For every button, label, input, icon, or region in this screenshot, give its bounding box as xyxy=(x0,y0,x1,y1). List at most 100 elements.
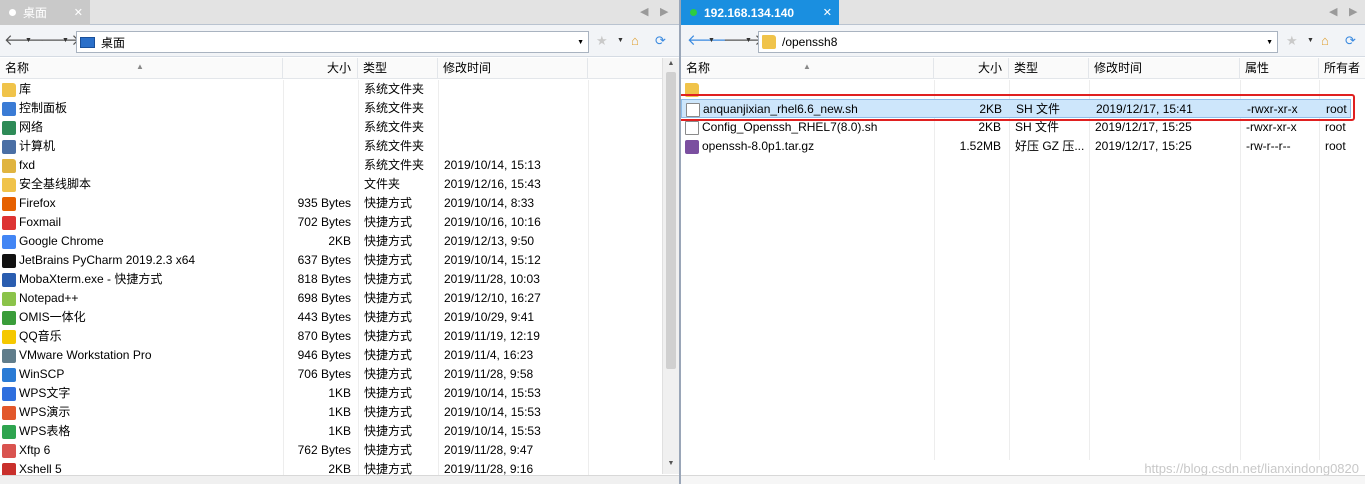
scroll-down-icon[interactable]: ▼ xyxy=(663,460,679,467)
cell-type: 快捷方式 xyxy=(364,272,413,286)
table-row[interactable]: WPS表格 1KB 快捷方式 2019/10/14, 15:53 xyxy=(0,422,662,441)
table-row[interactable]: MobaXterm.exe - 快捷方式 818 Bytes 快捷方式 2019/11… xyxy=(0,270,662,289)
home-folder-icon[interactable]: ⌂ xyxy=(631,34,639,48)
cell-name: fxd xyxy=(2,156,282,175)
table-row[interactable]: Firefox 935 Bytes 快捷方式 2019/10/14, 8:33 xyxy=(0,194,662,213)
table-row[interactable]: 控制面板 系统文件夹 xyxy=(0,99,662,118)
cell-name: WPS文字 xyxy=(2,384,282,403)
table-row[interactable]: WPS演示 1KB 快捷方式 2019/10/14, 15:53 xyxy=(0,403,662,422)
column-type[interactable]: 类型 xyxy=(358,58,438,79)
remote-path-field[interactable]: /openssh8 ▼ xyxy=(758,31,1278,53)
path-dropdown-icon[interactable]: ▼ xyxy=(1266,39,1273,46)
table-row[interactable]: Google Chrome 2KB 快捷方式 2019/12/13, 9:50 xyxy=(0,232,662,251)
xftp-icon xyxy=(2,443,16,458)
tab-scroll-left-icon[interactable]: ◀ xyxy=(1329,5,1337,18)
file-name: Firefox xyxy=(19,196,56,210)
column-type[interactable]: 类型 xyxy=(1009,58,1089,79)
tab-scroll-right-icon[interactable]: ▶ xyxy=(660,5,668,18)
favorite-dropdown-icon[interactable]: ▼ xyxy=(617,37,624,44)
local-vertical-scrollbar[interactable]: ▲ ▼ xyxy=(662,58,679,474)
cell-size xyxy=(283,80,351,99)
cell-name: WPS表格 xyxy=(2,422,282,441)
back-dropdown-icon[interactable]: ▼ xyxy=(708,37,715,44)
file-name: WPS表格 xyxy=(19,424,71,438)
remote-horizontal-scrollbar[interactable] xyxy=(681,475,1365,484)
table-row[interactable]: 库 系统文件夹 xyxy=(0,80,662,99)
close-icon[interactable]: ✕ xyxy=(823,6,832,19)
cell-type: 快捷方式 xyxy=(364,443,413,457)
cell-name: 库 xyxy=(2,80,282,99)
back-arrow-icon[interactable]: 🡐 xyxy=(687,32,727,49)
column-modified[interactable]: 修改时间 xyxy=(438,58,588,79)
cell-modified: 2019/10/14, 8:33 xyxy=(444,196,535,210)
forward-dropdown-icon[interactable]: ▼ xyxy=(745,37,752,44)
favorite-dropdown-icon[interactable]: ▼ xyxy=(1307,37,1314,44)
column-attributes[interactable]: 属性 xyxy=(1240,58,1319,79)
cell-modified xyxy=(444,80,588,99)
file-name: OMIS一体化 xyxy=(19,310,86,324)
desktop-icon xyxy=(80,36,95,48)
table-row[interactable]: WPS文字 1KB 快捷方式 2019/10/14, 15:53 xyxy=(0,384,662,403)
favorite-star-icon[interactable]: ★ xyxy=(1286,34,1298,48)
favorite-star-icon[interactable]: ★ xyxy=(596,34,608,48)
forward-arrow-icon[interactable]: 🡒 xyxy=(723,32,763,49)
tab-title: 桌面 xyxy=(23,6,48,20)
tab-title: 192.168.134.140 xyxy=(704,5,795,20)
table-row[interactable]: OMIS一体化 443 Bytes 快捷方式 2019/10/29, 9:41 xyxy=(0,308,662,327)
path-dropdown-icon[interactable]: ▼ xyxy=(577,39,584,46)
cell-type: 系统文件夹 xyxy=(364,139,425,153)
archive-icon xyxy=(685,139,699,154)
table-row[interactable]: 计算机 系统文件夹 xyxy=(0,137,662,156)
table-row[interactable]: 网络 系统文件夹 xyxy=(0,118,662,137)
tab-remote-session[interactable]: 192.168.134.140 ✕ xyxy=(681,0,839,25)
table-row[interactable]: WinSCP 706 Bytes 快捷方式 2019/11/28, 9:58 xyxy=(0,365,662,384)
remote-tab-bar: 192.168.134.140 ✕ ◀ ▶ xyxy=(681,0,1365,25)
local-path-field[interactable]: 桌面 ▼ xyxy=(76,31,589,53)
column-name[interactable]: 名称 ▲ xyxy=(681,58,934,79)
home-folder-icon[interactable]: ⌂ xyxy=(1321,34,1329,48)
column-size[interactable]: 大小 xyxy=(934,58,1009,79)
table-row[interactable]: QQ音乐 870 Bytes 快捷方式 2019/11/19, 12:19 xyxy=(0,327,662,346)
column-size[interactable]: 大小 xyxy=(283,58,358,79)
scroll-thumb[interactable] xyxy=(666,72,676,369)
scroll-up-icon[interactable]: ▲ xyxy=(663,60,679,67)
back-dropdown-icon[interactable]: ▼ xyxy=(25,37,32,44)
table-row[interactable]: JetBrains PyCharm 2019.2.3 x64 637 Bytes 快… xyxy=(0,251,662,270)
local-column-header: 名称 ▲ 大小 类型 修改时间 xyxy=(0,58,662,79)
remote-address-bar: 🡐 ▼ 🡒 ▼ /openssh8 ▼ ★ ▼ ⌂ ⟳ xyxy=(681,25,1365,57)
table-row[interactable]: Foxmail 702 Bytes 快捷方式 2019/10/16, 10:16 xyxy=(0,213,662,232)
computer-icon xyxy=(2,139,16,154)
tab-scroll-left-icon[interactable]: ◀ xyxy=(640,5,648,18)
cell-name: MobaXterm.exe - 快捷方式 xyxy=(2,270,282,289)
refresh-icon[interactable]: ⟳ xyxy=(655,34,666,48)
column-owner[interactable]: 所有者 xyxy=(1319,58,1365,79)
table-row[interactable]: Notepad++ 698 Bytes 快捷方式 2019/12/10, 16:27 xyxy=(0,289,662,308)
table-row[interactable]: fxd 系统文件夹 2019/10/14, 15:13 xyxy=(0,156,662,175)
back-arrow-icon[interactable]: 🡐 xyxy=(4,32,44,49)
cell-name: QQ音乐 xyxy=(2,327,282,346)
cell-name: openssh-8.0p1.tar.gz xyxy=(685,137,933,156)
column-name[interactable]: 名称 ▲ xyxy=(0,58,283,79)
refresh-icon[interactable]: ⟳ xyxy=(1345,34,1356,48)
table-row[interactable]: VMware Workstation Pro 946 Bytes 快捷方式 2019/… xyxy=(0,346,662,365)
table-row[interactable]: openssh-8.0p1.tar.gz 1.52MB 好压 GZ 压... 2019… xyxy=(681,137,1351,156)
winscp-icon xyxy=(2,367,16,382)
cell-modified: 2019/11/28, 10:03 xyxy=(444,272,540,286)
forward-dropdown-icon[interactable]: ▼ xyxy=(62,37,69,44)
remote-column-header: 名称 ▲ 大小 类型 修改时间 属性 所有者 xyxy=(681,58,1365,79)
table-row[interactable]: Xftp 6 762 Bytes 快捷方式 2019/11/28, 9:47 xyxy=(0,441,662,460)
cell-modified: 2019/10/14, 15:53 xyxy=(444,424,541,438)
column-modified[interactable]: 修改时间 xyxy=(1089,58,1240,79)
cell-owner: root xyxy=(1325,139,1346,153)
cell-name: Firefox xyxy=(2,194,282,213)
tab-scroll-right-icon[interactable]: ▶ xyxy=(1349,5,1357,18)
table-row[interactable]: 安全基线脚本 文件夹 2019/12/16, 15:43 xyxy=(0,175,662,194)
column-modified-label: 修改时间 xyxy=(1094,61,1143,75)
tab-local-desktop[interactable]: 桌面 ✕ xyxy=(0,0,90,25)
local-horizontal-scrollbar[interactable] xyxy=(0,475,679,484)
close-icon[interactable]: ✕ xyxy=(74,6,83,19)
network-icon xyxy=(2,120,16,135)
cell-name: Notepad++ xyxy=(2,289,282,308)
cell-size: 935 Bytes xyxy=(297,196,351,210)
forward-arrow-icon[interactable]: 🡒 xyxy=(40,32,80,49)
